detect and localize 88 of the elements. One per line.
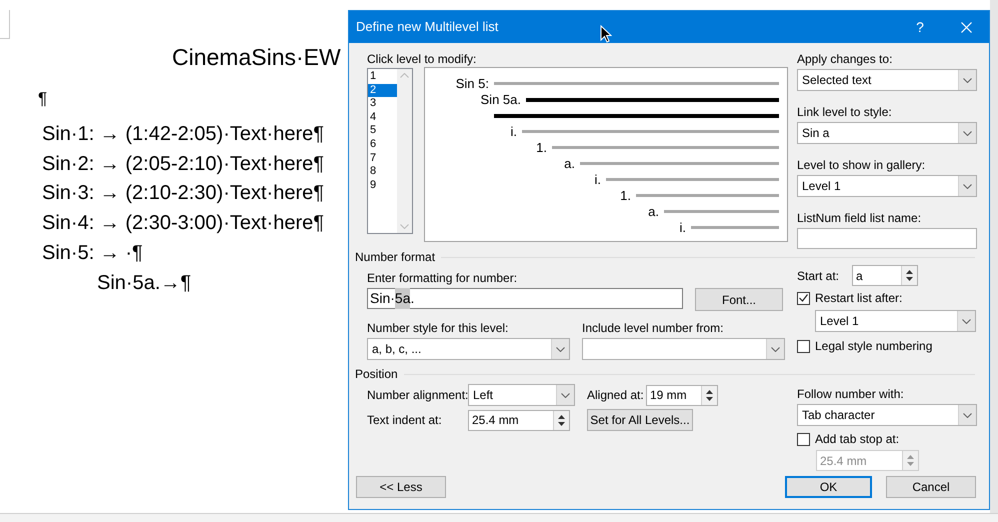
gallery-level-select[interactable]: Level 1 — [797, 175, 977, 197]
field-label: Text indent at: — [367, 413, 443, 427]
chevron-down-icon — [963, 412, 972, 418]
spin-down-icon — [558, 422, 565, 426]
field-label: Aligned at: — [587, 388, 645, 402]
level-item[interactable]: 5 — [368, 124, 397, 138]
listnum-name-field[interactable] — [797, 228, 977, 249]
number-alignment-select[interactable]: Left — [468, 384, 575, 406]
checkbox[interactable] — [797, 340, 810, 352]
level-item[interactable]: 1 — [368, 70, 397, 84]
chevron-down-icon — [561, 392, 570, 398]
preview-number: i. — [680, 220, 686, 235]
document-line: Sin·5a.→¶ — [96, 270, 192, 296]
text-indent-spinner[interactable]: 25.4 mm — [468, 410, 570, 430]
check-icon — [799, 294, 808, 302]
scroll-down-icon — [400, 224, 409, 229]
preview-number: i. — [594, 172, 601, 187]
aligned-at-spinner[interactable]: 19 mm — [646, 384, 718, 406]
level-listbox[interactable]: 1 2 3 4 5 6 7 8 9 — [367, 68, 413, 234]
number-format-field[interactable]: Sin·5a. — [367, 288, 683, 309]
dialog-title: Define new Multilevel list — [355, 18, 498, 36]
section-heading: Position — [355, 367, 398, 381]
chevron-down-icon — [963, 78, 972, 82]
link-level-select[interactable]: Sin a — [797, 122, 977, 144]
level-item[interactable]: 7 — [368, 152, 397, 166]
number-style-select[interactable]: a, b, c, ... — [367, 338, 570, 360]
chevron-down-icon — [963, 184, 972, 188]
field-label: Add tab stop at: — [815, 432, 900, 446]
field-label: Restart list after: — [815, 291, 902, 305]
close-icon — [960, 22, 972, 32]
chevron-down-icon — [556, 346, 565, 352]
field-label: Link level to style: — [797, 105, 893, 119]
level-item[interactable]: 9 — [368, 178, 397, 192]
field-label: Enter formatting for number: — [367, 271, 518, 285]
field-label: Follow number with: — [797, 387, 905, 401]
font-button[interactable]: Font... — [695, 288, 783, 311]
ok-button[interactable]: OK — [785, 476, 872, 498]
spin-up-icon — [906, 270, 914, 274]
document-line: Sin·5: → ·¶ — [41, 240, 144, 266]
set-all-levels-button[interactable]: Set for All Levels... — [587, 409, 693, 431]
preview-number: Sin 5: — [456, 76, 489, 91]
document-line: ¶ — [38, 88, 48, 110]
spin-down-icon — [706, 396, 713, 400]
chevron-down-icon — [771, 346, 780, 352]
preview-number: 1. — [536, 140, 547, 155]
field-label: Number style for this level: — [367, 321, 510, 335]
restart-after-select[interactable]: Level 1 — [815, 310, 976, 332]
cancel-button[interactable]: Cancel — [886, 476, 976, 498]
field-label: Click level to modify: — [367, 52, 478, 66]
field-label: Apply changes to: — [797, 52, 894, 66]
scroll-up-icon — [400, 73, 409, 78]
level-item[interactable]: 3 — [368, 97, 397, 111]
field-label: Start at: — [797, 268, 840, 282]
level-item[interactable]: 4 — [368, 110, 397, 124]
section-heading: Number format — [355, 250, 436, 264]
field-label: Number alignment: — [367, 388, 468, 402]
preview-number: a. — [648, 204, 659, 219]
spin-up-icon — [558, 414, 565, 418]
level-item[interactable]: 8 — [368, 165, 397, 179]
help-button[interactable]: ? — [897, 11, 943, 43]
start-at-spinner[interactable]: a — [852, 265, 918, 286]
document-line: Sin·3: → (2:10-2:30)·Text·here¶ — [41, 181, 324, 206]
spin-down-icon — [906, 277, 914, 281]
field-label: Legal style numbering — [815, 339, 932, 353]
chevron-down-icon — [963, 130, 972, 136]
field-label: Include level number from: — [582, 321, 724, 335]
level-item[interactable]: 6 — [368, 138, 397, 152]
follow-number-select[interactable]: Tab character — [797, 404, 977, 426]
field-label: ListNum field list name: — [797, 211, 922, 225]
preview-number: i. — [510, 124, 517, 139]
level-item[interactable]: 2 — [368, 84, 397, 98]
preview-number: 1. — [620, 188, 631, 203]
chevron-down-icon — [962, 318, 971, 324]
document-title: CinemaSins·EW — [172, 43, 341, 72]
document-line: Sin·4: → (2:30-3:00)·Text·here¶ — [41, 211, 324, 236]
spin-down-icon — [907, 462, 914, 466]
checkbox[interactable] — [797, 292, 810, 304]
spin-up-icon — [706, 390, 713, 394]
page-corner-mark — [0, 10, 10, 39]
apply-changes-select[interactable]: Selected text — [797, 69, 977, 91]
document-line: Sin·1: → (1:42-2:05)·Text·here¶ — [41, 122, 324, 147]
spin-up-icon — [907, 455, 914, 459]
field-label: Level to show in gallery: — [797, 158, 926, 172]
less-button[interactable]: << Less — [356, 476, 446, 498]
mouse-pointer-icon — [600, 25, 612, 43]
preview-number: a. — [564, 156, 575, 171]
document-line: Sin·2: → (2:05-2:10)·Text·here¶ — [41, 152, 324, 177]
preview-number: Sin 5a. — [480, 92, 521, 107]
